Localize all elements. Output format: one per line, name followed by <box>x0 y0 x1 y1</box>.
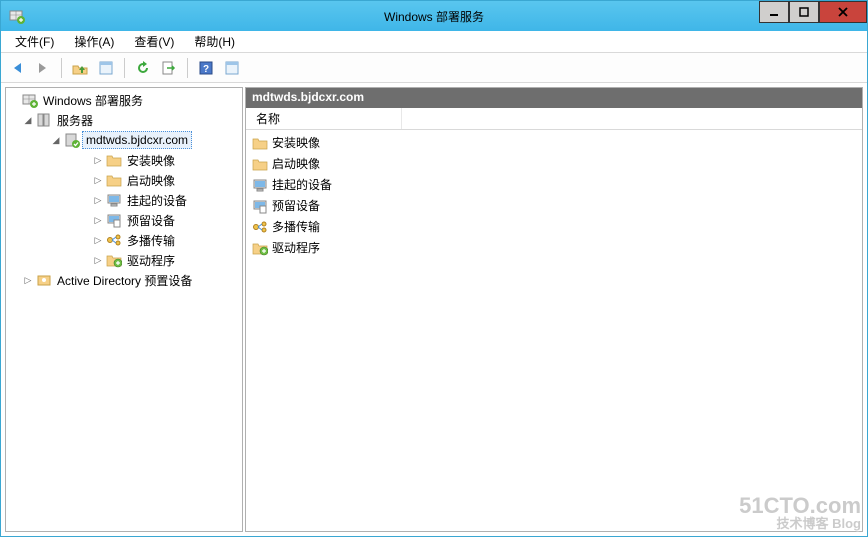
columns-icon <box>224 60 240 76</box>
menubar: 文件(F) 操作(A) 查看(V) 帮助(H) <box>1 31 867 53</box>
app-icon <box>9 8 25 24</box>
tree-server-label: mdtwds.bjdcxr.com <box>82 131 192 149</box>
tree-root[interactable]: Windows 部署服务 <box>8 90 240 110</box>
help-icon <box>198 60 214 76</box>
tree-install-images[interactable]: ▷ 安装映像 <box>92 150 240 170</box>
tree-root-label: Windows 部署服务 <box>40 91 146 110</box>
folder-green-icon <box>252 240 268 256</box>
minimize-button[interactable] <box>759 1 789 23</box>
back-button[interactable] <box>5 56 29 80</box>
help-button[interactable] <box>194 56 218 80</box>
list-item-install-images[interactable]: 安装映像 <box>248 132 860 153</box>
export-icon <box>161 60 177 76</box>
folder-icon <box>252 135 268 151</box>
tree-servers-label: 服务器 <box>54 111 96 130</box>
refresh-icon <box>135 60 151 76</box>
computer-doc-icon <box>106 212 122 228</box>
menu-action[interactable]: 操作(A) <box>66 31 122 52</box>
expand-icon[interactable]: ▷ <box>92 254 104 266</box>
expand-icon[interactable]: ▷ <box>22 274 34 286</box>
menu-view[interactable]: 查看(V) <box>126 31 182 52</box>
wds-icon <box>22 92 38 108</box>
list-body[interactable]: 安装映像 启动映像 挂起的设备 预留设备 多播传输 <box>246 130 862 531</box>
folder-icon <box>252 156 268 172</box>
column-name[interactable]: 名称 <box>252 108 402 129</box>
properties-icon <box>98 60 114 76</box>
computer-icon <box>252 177 268 193</box>
separator-icon <box>61 58 62 78</box>
expand-icon[interactable]: ▷ <box>92 174 104 186</box>
tree-boot-images[interactable]: ▷ 启动映像 <box>92 170 240 190</box>
list-item-prestaged-devices[interactable]: 预留设备 <box>248 195 860 216</box>
window-controls <box>759 1 867 23</box>
main-window: Windows 部署服务 文件(F) 操作(A) 查看(V) 帮助(H) <box>0 0 868 537</box>
expand-icon[interactable]: ▷ <box>92 194 104 206</box>
properties-button[interactable] <box>94 56 118 80</box>
window-title: Windows 部署服务 <box>384 8 484 25</box>
tree-servers[interactable]: ◢ 服务器 <box>22 110 240 130</box>
multicast-icon <box>106 232 122 248</box>
arrow-right-icon <box>35 60 51 76</box>
toolbar <box>1 53 867 83</box>
titlebar: Windows 部署服务 <box>1 1 867 31</box>
list-column-header[interactable]: 名称 <box>246 108 862 130</box>
folder-green-icon <box>106 252 122 268</box>
device-yellow-icon <box>36 272 52 288</box>
expand-icon[interactable]: ▷ <box>92 214 104 226</box>
list-item-drivers[interactable]: 驱动程序 <box>248 237 860 258</box>
tree-prestaged-devices[interactable]: ▷ 预留设备 <box>92 210 240 230</box>
menu-help[interactable]: 帮助(H) <box>186 31 243 52</box>
up-button[interactable] <box>68 56 92 80</box>
server-ok-icon <box>64 132 80 148</box>
servers-icon <box>36 112 52 128</box>
menu-file[interactable]: 文件(F) <box>7 31 62 52</box>
separator-icon <box>187 58 188 78</box>
show-hide-button[interactable] <box>220 56 244 80</box>
folder-up-icon <box>72 60 88 76</box>
collapse-icon[interactable]: ◢ <box>22 114 34 126</box>
list-item-multicast[interactable]: 多播传输 <box>248 216 860 237</box>
tree-server-node[interactable]: ◢ mdtwds.bjdcxr.com <box>50 130 240 150</box>
expand-icon[interactable]: ▷ <box>92 154 104 166</box>
list-item-boot-images[interactable]: 启动映像 <box>248 153 860 174</box>
maximize-button[interactable] <box>789 1 819 23</box>
tree-ad-prestaged[interactable]: ▷ Active Directory 预置设备 <box>22 270 240 290</box>
folder-icon <box>106 152 122 168</box>
export-button[interactable] <box>157 56 181 80</box>
refresh-button[interactable] <box>131 56 155 80</box>
content-area: Windows 部署服务 ◢ 服务器 <box>1 83 867 536</box>
list-item-pending-devices[interactable]: 挂起的设备 <box>248 174 860 195</box>
list-pane: mdtwds.bjdcxr.com 名称 安装映像 启动映像 挂起的设备 <box>245 87 863 532</box>
arrow-left-icon <box>9 60 25 76</box>
computer-doc-icon <box>252 198 268 214</box>
tree-multicast[interactable]: ▷ 多播传输 <box>92 230 240 250</box>
separator-icon <box>124 58 125 78</box>
multicast-icon <box>252 219 268 235</box>
folder-icon <box>106 172 122 188</box>
list-header: mdtwds.bjdcxr.com <box>246 88 862 108</box>
tree-pane[interactable]: Windows 部署服务 ◢ 服务器 <box>5 87 243 532</box>
forward-button[interactable] <box>31 56 55 80</box>
tree-pending-devices[interactable]: ▷ 挂起的设备 <box>92 190 240 210</box>
collapse-icon[interactable]: ◢ <box>50 134 62 146</box>
tree-drivers[interactable]: ▷ 驱动程序 <box>92 250 240 270</box>
close-button[interactable] <box>819 1 867 23</box>
computer-icon <box>106 192 122 208</box>
expand-icon[interactable]: ▷ <box>92 234 104 246</box>
